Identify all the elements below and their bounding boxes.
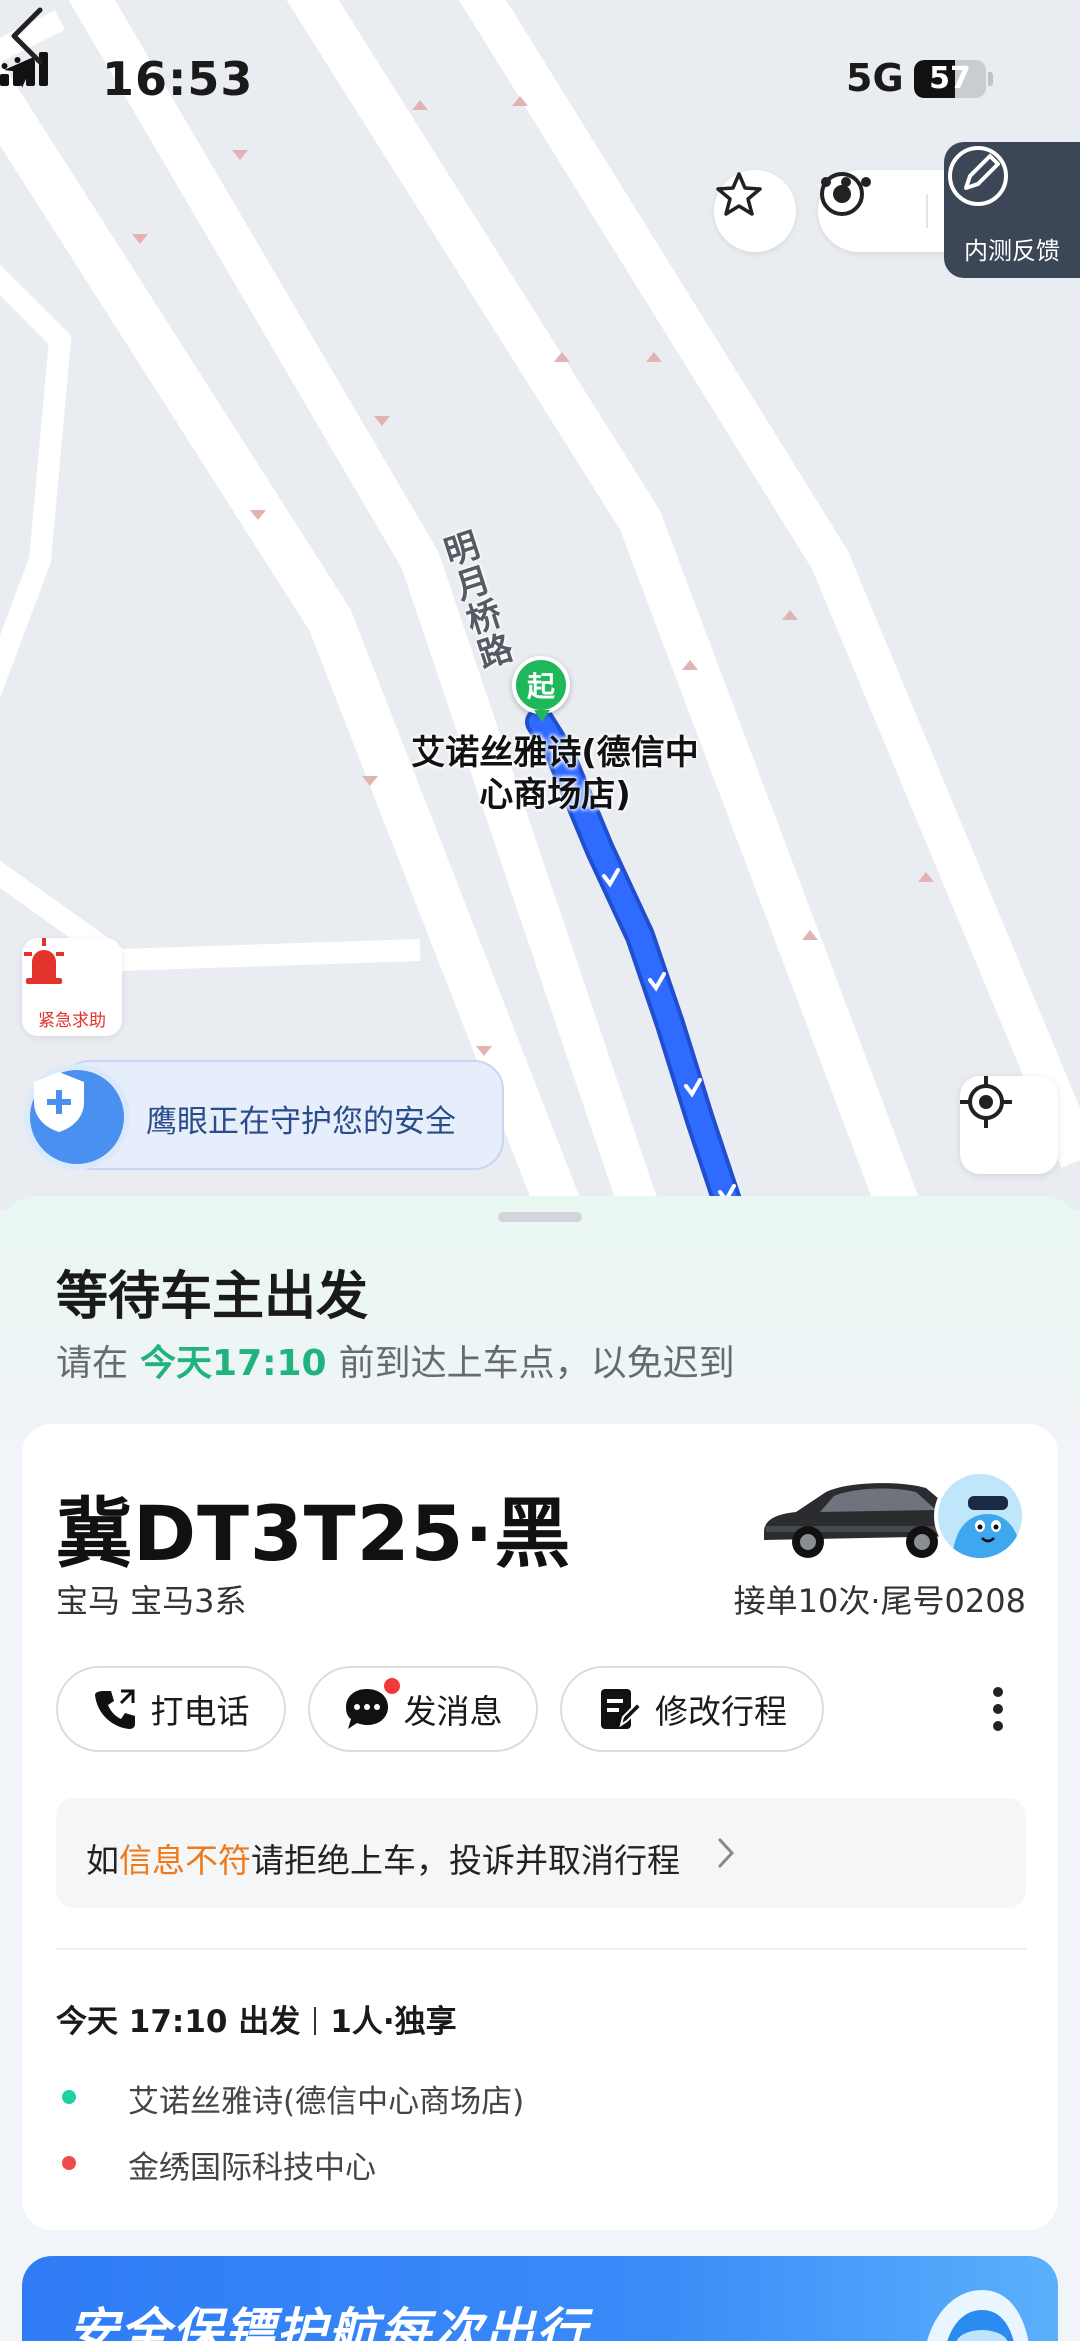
feedback-label: 内测反馈 (964, 237, 1060, 265)
chevron-right-icon (718, 1838, 735, 1868)
star-icon (716, 172, 762, 216)
dropoff-address: 金绣国际科技中心 (128, 2150, 376, 2186)
driver-card: 冀DT3T25·黑 宝马 宝马3系 接单10次·尾号0208 打电话 发消息 修… (22, 1424, 1058, 2230)
notice-prefix: 如 (86, 1841, 119, 1880)
locate-me-button[interactable] (960, 1076, 1058, 1174)
card-divider (56, 1948, 1026, 1950)
battery-level: 57 (929, 61, 971, 96)
safety-promo-banner[interactable]: 安全保镖护航每次出行 (22, 2256, 1058, 2341)
call-button[interactable]: 打电话 (56, 1666, 286, 1752)
map-view[interactable]: 16:53 5G 57 内测反馈 明月桥路 起 艾诺丝雅诗(德信中心商场店) 紧… (0, 0, 1080, 1210)
shield-icon (24, 1064, 130, 1170)
meta-separator (314, 2007, 317, 2035)
unread-dot (384, 1678, 400, 1694)
more-vertical-icon[interactable] (988, 1686, 1008, 1732)
pickup-poi-label: 艾诺丝雅诗(德信中心商场店) (411, 733, 699, 815)
sos-button[interactable]: 紧急求助 (22, 938, 122, 1036)
pickup-deadline: 今天17:10 (140, 1343, 327, 1384)
trip-meta: 今天 17:10 出发 1人·独享 (56, 1996, 457, 2041)
dropoff-dot (62, 2156, 76, 2170)
message-label: 发消息 (403, 1692, 503, 1731)
status-subtitle: 请在 今天17:10 前到达上车点，以免迟到 (56, 1334, 735, 1386)
phone-icon (93, 1687, 137, 1731)
helmet-icon (927, 2290, 1029, 2341)
subtitle-prefix: 请在 (56, 1343, 129, 1384)
chat-bubble-icon (344, 1687, 390, 1731)
battery-icon: 57 (914, 60, 986, 98)
safety-guard-text: 鹰眼正在守护您的安全 (146, 1104, 456, 1140)
status-title: 等待车主出发 (56, 1267, 369, 1327)
pickup-address: 艾诺丝雅诗(德信中心商场店) (128, 2084, 525, 2120)
subtitle-suffix: 前到达上车点，以免迟到 (338, 1343, 735, 1384)
car-model: 宝马 宝马3系 (56, 1582, 247, 1620)
seat-info: 1人·独享 (330, 2004, 457, 2040)
crosshair-icon (960, 1076, 1012, 1128)
start-pin-tail (534, 710, 550, 722)
edit-pen-icon (948, 146, 1008, 206)
driver-stats: 接单10次·尾号0208 (733, 1582, 1026, 1620)
driver-avatar[interactable] (934, 1470, 1026, 1562)
start-pin: 起 (512, 656, 570, 714)
notice-suffix: 请拒绝上车，投诉并取消行程 (251, 1841, 680, 1880)
start-pin-label: 起 (526, 670, 555, 703)
trip-bottom-sheet: 等待车主出发 请在 今天17:10 前到达上车点，以免迟到 冀DT3T25·黑 宝马… (0, 1196, 1080, 2341)
notice-warning: 信息不符 (119, 1841, 251, 1880)
edit-trip-button[interactable]: 修改行程 (560, 1666, 824, 1752)
banner-title: 安全保镖护航每次出行 (68, 2303, 588, 2341)
status-time: 16:53 (102, 52, 254, 106)
network-type: 5G (846, 56, 904, 100)
message-button[interactable]: 发消息 (308, 1666, 538, 1752)
back-arrow-icon[interactable] (0, 0, 62, 72)
beta-feedback-button[interactable]: 内测反馈 (944, 142, 1080, 278)
safety-notice[interactable]: 如信息不符请拒绝上车，投诉并取消行程 (56, 1798, 1026, 1908)
favorite-button[interactable] (714, 170, 796, 252)
edit-trip-label: 修改行程 (655, 1692, 787, 1731)
departure-time: 今天 17:10 出发 (56, 2004, 301, 2040)
notice-text: 如信息不符请拒绝上车，投诉并取消行程 (86, 1834, 680, 1882)
capsule-divider (926, 194, 928, 228)
edit-document-icon (597, 1687, 641, 1731)
status-bar: 16:53 5G 57 (0, 52, 1080, 112)
close-target-icon[interactable] (818, 170, 866, 218)
license-plate: 冀DT3T25·黑 (56, 1489, 572, 1578)
battery-cap (988, 72, 993, 86)
sheet-drag-handle[interactable] (498, 1212, 582, 1222)
pickup-dot (62, 2090, 76, 2104)
sos-label: 紧急求助 (38, 1011, 106, 1031)
alarm-siren-icon (24, 938, 64, 984)
call-label: 打电话 (150, 1692, 250, 1731)
